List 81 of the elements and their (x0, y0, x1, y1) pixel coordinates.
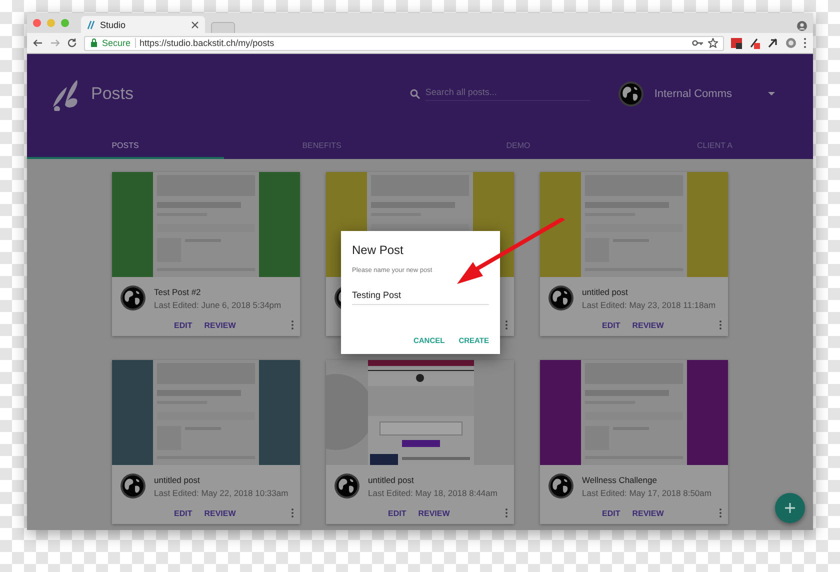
post-card[interactable]: untitled post Last Edited: May 18, 2018 8:44am EDIT REVIEW (326, 360, 514, 524)
post-title: Test Post #2 (154, 286, 202, 296)
search-field[interactable]: Search all posts... (425, 87, 590, 101)
more-button[interactable] (505, 508, 508, 518)
card-action-button[interactable]: REVIEW (632, 508, 664, 518)
post-thumbnail[interactable] (540, 172, 728, 277)
post-thumbnail[interactable] (326, 360, 514, 465)
more-icon (291, 508, 294, 518)
post-card[interactable]: Test Post #2 Last Edited: June 6, 2018 5:34pm EDIT REVIEW (112, 172, 300, 336)
post-title: untitled post (154, 474, 201, 484)
post-title: untitled post (368, 474, 415, 484)
last-edited-text: Last Edited: May 17, 2018 8:50am (582, 488, 712, 498)
forward-icon (50, 38, 60, 48)
url-text: https://studio.backstit.ch/my/posts (140, 38, 276, 48)
add-button[interactable] (775, 493, 805, 523)
account-name: Internal Comms (654, 88, 732, 100)
post-thumbnail[interactable] (112, 360, 300, 465)
card-action-button[interactable]: EDIT (174, 508, 192, 518)
globe-avatar-icon (548, 285, 574, 311)
card-action-button[interactable]: EDIT (388, 508, 406, 518)
more-icon (505, 508, 508, 518)
security-label: Secure (102, 38, 131, 48)
nav-tab[interactable]: BENEFITS (224, 134, 420, 159)
globe-avatar-icon (120, 285, 146, 311)
more-icon (719, 320, 722, 330)
post-title: Wellness Challenge (582, 474, 658, 484)
account-avatar-icon (618, 81, 644, 107)
reload-icon (67, 38, 77, 48)
lock-icon (90, 38, 98, 48)
card-action-button[interactable]: REVIEW (204, 508, 236, 518)
nav-tab[interactable]: DEMO (420, 134, 616, 159)
menu-icon (803, 37, 807, 49)
post-thumbnail[interactable] (540, 360, 728, 465)
last-edited-text: Last Edited: May 23, 2018 11:18am (582, 300, 716, 310)
caret-icon (768, 92, 775, 96)
more-button[interactable] (291, 320, 294, 330)
dialog-title: New Post (352, 243, 404, 257)
post-card[interactable]: untitled post Last Edited: May 23, 2018 11:18am EDIT REVIEW (540, 172, 728, 336)
address-bar[interactable]: Secure https://studio.backstit.ch/my/posts (84, 36, 724, 50)
close-icon (191, 20, 199, 28)
globe-avatar-icon (548, 473, 574, 499)
plus-icon (785, 503, 795, 513)
post-thumbnail[interactable] (112, 172, 300, 277)
post-name-field[interactable]: Testing Post (352, 290, 489, 305)
more-button[interactable] (505, 320, 508, 330)
nav-tab[interactable]: POSTS (27, 134, 224, 159)
extension-icon (785, 37, 797, 49)
last-edited-text: Last Edited: May 22, 2018 10:33am (154, 488, 288, 498)
more-button[interactable] (719, 320, 722, 330)
post-card[interactable]: Wellness Challenge Last Edited: May 17, 2018 8:50am EDIT REVIEW (540, 360, 728, 524)
extension-icon (749, 37, 761, 49)
post-title: untitled post (582, 286, 629, 296)
more-icon (719, 508, 722, 518)
card-action-button[interactable]: REVIEW (204, 320, 236, 330)
last-edited-text: Last Edited: June 6, 2018 5:34pm (154, 300, 282, 310)
page-title: Posts (91, 84, 134, 104)
more-button[interactable] (719, 508, 722, 518)
globe-avatar-icon (120, 473, 146, 499)
card-action-button[interactable]: REVIEW (418, 508, 450, 518)
back-icon (33, 38, 43, 48)
card-action-button[interactable]: REVIEW (632, 320, 664, 330)
close-window-button[interactable] (33, 19, 41, 27)
card-action-button[interactable]: EDIT (174, 320, 192, 330)
key-icon (692, 38, 704, 48)
search-icon (410, 89, 420, 99)
profile-icon (797, 21, 807, 31)
extension-icon (731, 37, 743, 49)
more-icon (291, 320, 294, 330)
dropdown-button[interactable] (768, 92, 775, 96)
site-icon (87, 20, 95, 30)
extension-icon (767, 37, 779, 49)
browser-tab[interactable]: Studio (81, 16, 205, 33)
card-action-button[interactable]: EDIT (602, 320, 620, 330)
card-action-button[interactable]: EDIT (602, 508, 620, 518)
last-edited-text: Last Edited: May 18, 2018 8:44am (368, 488, 498, 498)
globe-avatar-icon (334, 473, 360, 499)
more-button[interactable] (291, 508, 294, 518)
post-card[interactable]: untitled post Last Edited: May 22, 2018 10:33am EDIT REVIEW (112, 360, 300, 524)
nav-tab[interactable]: CLIENT A (616, 134, 813, 159)
star-icon (708, 38, 718, 48)
more-icon (505, 320, 508, 330)
